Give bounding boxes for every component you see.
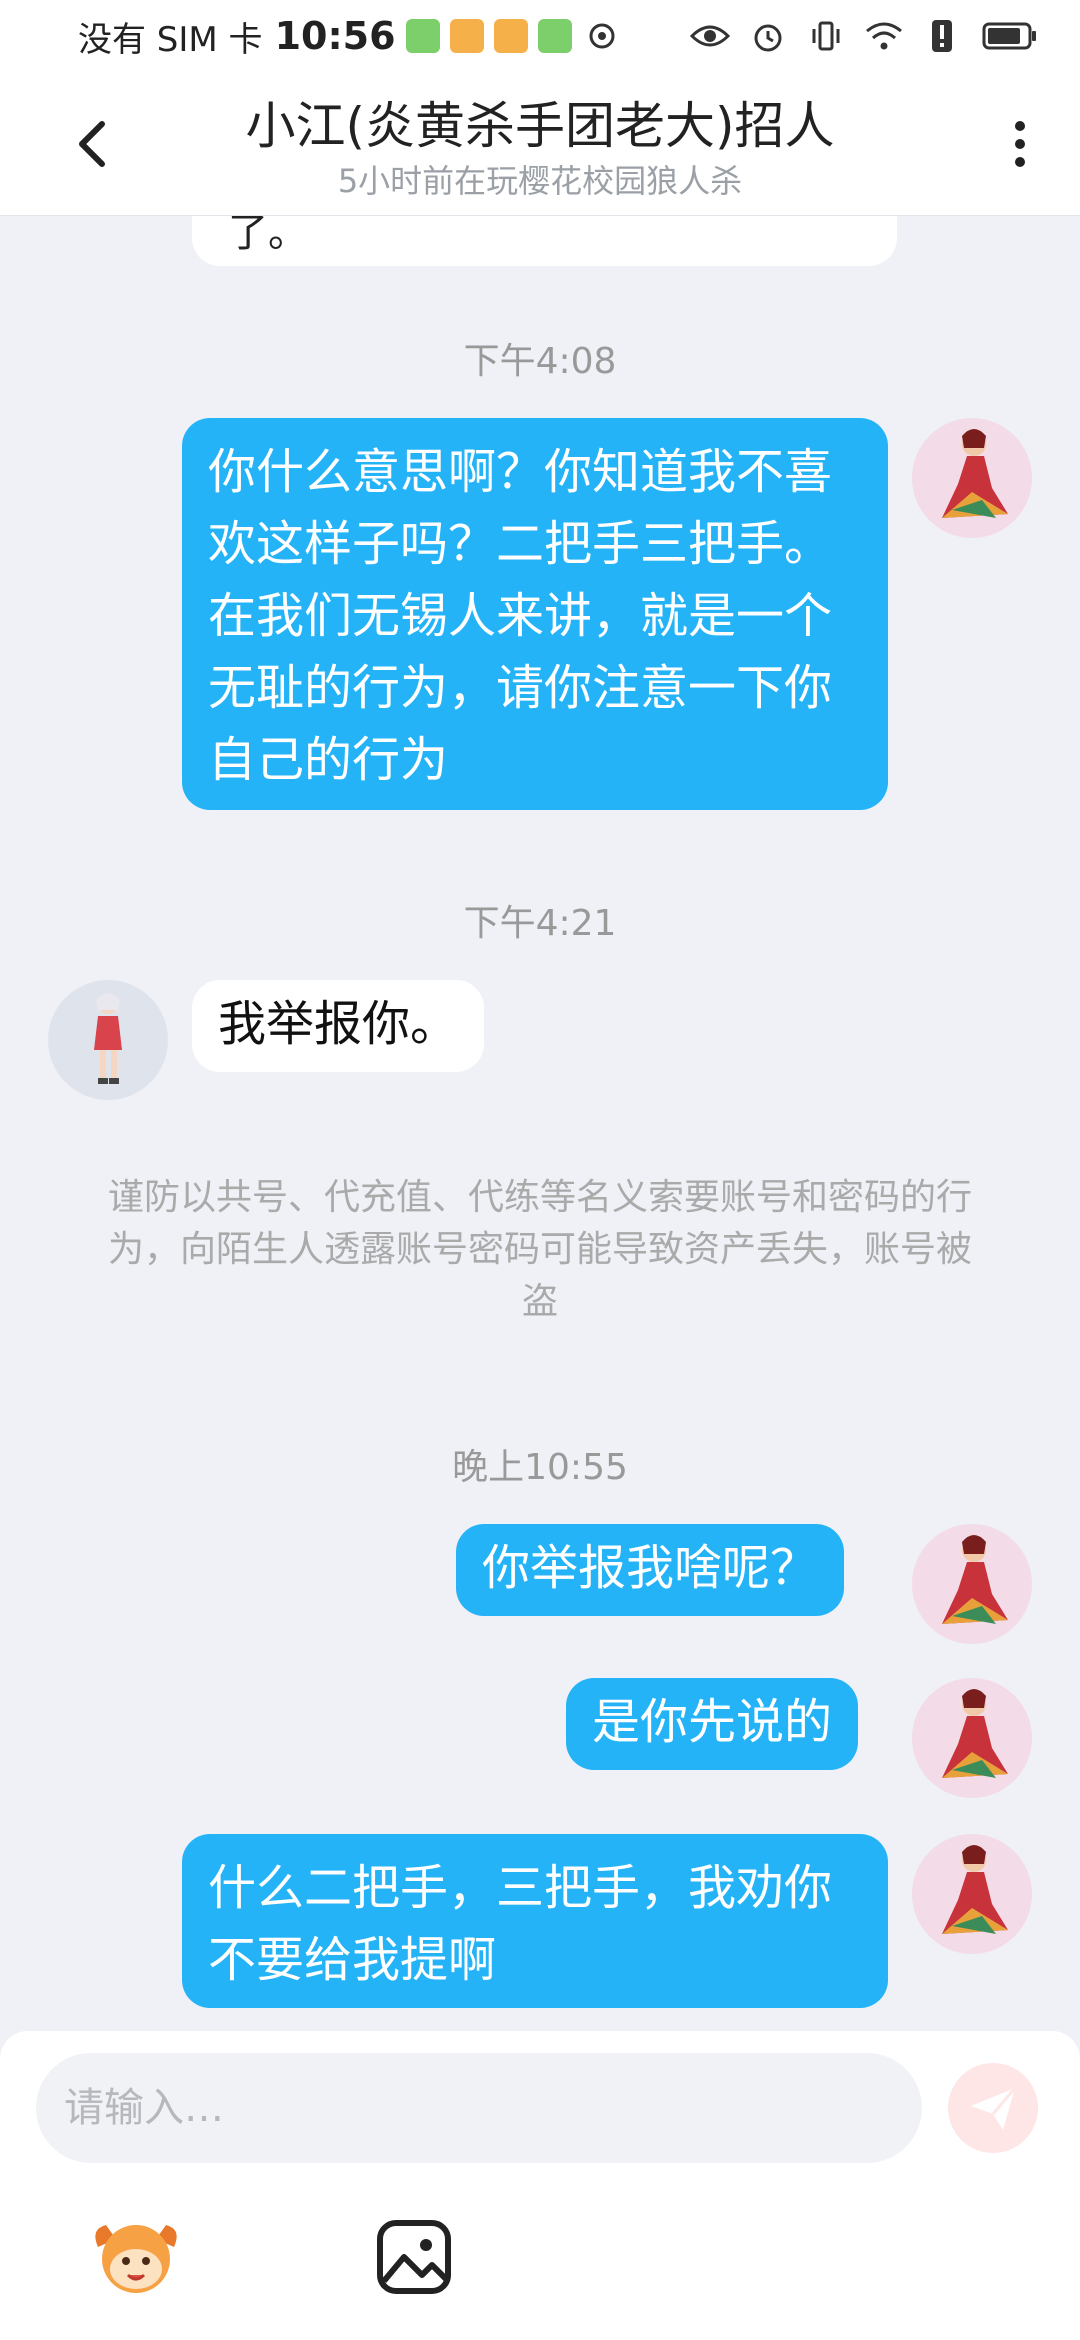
timestamp: 下午4:21 xyxy=(463,903,617,944)
message-input[interactable] xyxy=(36,2053,922,2163)
image-icon xyxy=(377,2220,451,2294)
app-notification-icon xyxy=(537,19,572,53)
emoji-button[interactable] xyxy=(88,2209,184,2305)
avatar-image xyxy=(942,429,1008,518)
message-text: 是你先说的 xyxy=(592,1694,833,1750)
message-bubble-sent[interactable]: 是你先说的 xyxy=(566,1678,859,1770)
my-avatar[interactable] xyxy=(912,418,1032,538)
my-avatar[interactable] xyxy=(912,1524,1032,1644)
app-notification-icon xyxy=(493,19,528,53)
vibrate-icon xyxy=(806,16,846,56)
security-warning: 谨防以共号、代充值、代练等名义索要账号和密码的行为，向陌生人透露账号密码可能导致… xyxy=(107,1177,972,1322)
alert-icon xyxy=(922,16,962,56)
battery-icon xyxy=(980,16,1040,56)
avatar-image xyxy=(94,993,122,1084)
chat-header: 小江(炎黄杀手团老大)招人 5小时前在玩樱花校园狼人杀 xyxy=(0,72,1080,216)
app-notification-icon xyxy=(449,19,484,53)
composer xyxy=(0,2031,1080,2340)
message-text: 了。 xyxy=(228,216,308,256)
app-notification-icon xyxy=(405,19,440,53)
message-text: 你什么意思啊？你知道我不喜欢这样子吗？二把手三把手。在我们无锡人来讲，就是一个无… xyxy=(208,444,833,788)
timestamp: 下午4:08 xyxy=(463,341,617,382)
chat-subtitle: 5小时前在玩樱花校园狼人杀 xyxy=(337,162,743,200)
my-avatar[interactable] xyxy=(912,1834,1032,1954)
radar-icon xyxy=(582,16,622,56)
message-bubble-sent[interactable]: 你什么意思啊？你知道我不喜欢这样子吗？二把手三把手。在我们无锡人来讲，就是一个无… xyxy=(182,418,888,810)
avatar-image xyxy=(942,1689,1008,1778)
avatar-image xyxy=(942,1535,1008,1624)
timestamp: 晚上10:55 xyxy=(452,1447,628,1488)
mascot-emoji-icon xyxy=(95,2225,177,2293)
message-text: 你举报我啥呢？ xyxy=(482,1540,819,1596)
message-bubble-sent[interactable]: 什么二把手，三把手，我劝你不要给我提啊 xyxy=(182,1834,888,2008)
status-right xyxy=(690,16,1040,56)
my-avatar[interactable] xyxy=(912,1678,1032,1798)
send-button[interactable] xyxy=(948,2063,1038,2153)
message-text: 什么二把手，三把手，我劝你不要给我提啊 xyxy=(208,1860,833,1988)
chat-area[interactable]: 了。 下午4:08 你什么意思啊？你知道我不喜欢这样子吗？二把手三把手。在我们无… xyxy=(0,216,1080,2031)
avatar-image xyxy=(942,1845,1008,1934)
paper-plane-icon xyxy=(971,2087,1017,2130)
contact-avatar[interactable] xyxy=(48,980,168,1100)
alarm-icon xyxy=(748,16,788,56)
wifi-icon xyxy=(864,16,904,56)
chat-title: 小江(炎黄杀手团老大)招人 xyxy=(245,97,835,155)
image-button[interactable] xyxy=(366,2209,462,2305)
status-left: 没有 SIM 卡 10:56 xyxy=(78,12,622,61)
status-bar: 没有 SIM 卡 10:56 xyxy=(0,0,1080,72)
message-text: 我举报你。 xyxy=(218,996,459,1052)
more-vertical-icon xyxy=(1015,121,1025,167)
more-button[interactable] xyxy=(1000,114,1040,174)
message-bubble-partial: 了。 xyxy=(192,216,897,266)
status-time: 10:56 xyxy=(274,14,396,58)
eye-icon xyxy=(690,16,730,56)
message-bubble-sent[interactable]: 你举报我啥呢？ xyxy=(456,1524,845,1616)
message-bubble-received[interactable]: 我举报你。 xyxy=(192,980,485,1072)
carrier-label: 没有 SIM 卡 xyxy=(78,19,263,60)
